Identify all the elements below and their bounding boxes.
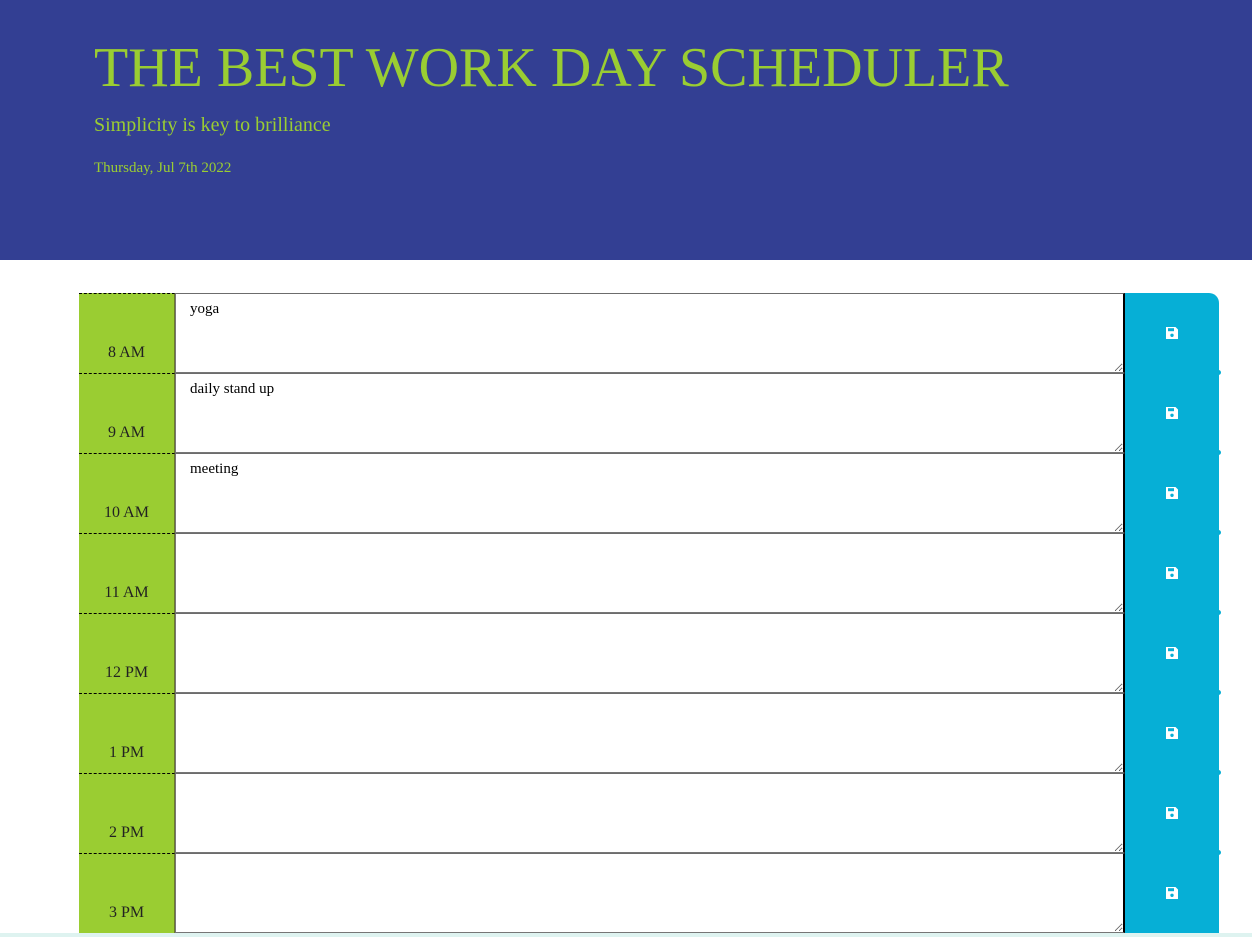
description-input[interactable] — [175, 853, 1125, 933]
description-input[interactable]: yoga — [175, 293, 1125, 373]
hour-text: 1 PM — [108, 744, 145, 761]
hour-label: 8 AM — [79, 293, 175, 373]
save-icon — [1165, 886, 1179, 900]
save-icon — [1165, 566, 1179, 580]
hour-label: 12 PM — [79, 613, 175, 693]
description-input[interactable]: daily stand up — [175, 373, 1125, 453]
time-block: 2 PM — [79, 770, 1221, 853]
hour-text: 10 AM — [104, 504, 149, 521]
hour-label: 2 PM — [79, 773, 175, 853]
hour-label: 1 PM — [79, 693, 175, 773]
save-button[interactable] — [1125, 770, 1221, 853]
save-icon — [1165, 406, 1179, 420]
save-icon — [1165, 726, 1179, 740]
time-block: 9 AM daily stand up — [79, 370, 1221, 453]
tagline: Simplicity is key to brilliance — [94, 114, 331, 136]
hour-label: 9 AM — [79, 373, 175, 453]
hour-label: 11 AM — [79, 533, 175, 613]
hour-text: 3 PM — [108, 904, 145, 921]
description-input[interactable] — [175, 533, 1125, 613]
description-input[interactable] — [175, 693, 1125, 773]
current-day: Thursday, Jul 7th 2022 — [94, 160, 232, 176]
save-button[interactable] — [1125, 610, 1221, 693]
time-block: 11 AM — [79, 530, 1221, 613]
save-icon — [1165, 486, 1179, 500]
header-banner: THE BEST WORK DAY SCHEDULER Simplicity i… — [0, 0, 1252, 260]
save-button[interactable] — [1125, 370, 1221, 453]
hour-label: 3 PM — [79, 853, 175, 933]
time-block: 10 AM meeting — [79, 450, 1221, 533]
hour-text: 11 AM — [104, 584, 149, 601]
hour-text: 2 PM — [108, 824, 145, 841]
time-block: 8 AM yoga — [79, 293, 1219, 373]
hour-label: 10 AM — [79, 453, 175, 533]
description-input[interactable]: meeting — [175, 453, 1125, 533]
page-title: THE BEST WORK DAY SCHEDULER — [94, 37, 1009, 99]
description-input[interactable] — [175, 613, 1125, 693]
hour-text: 9 AM — [108, 424, 145, 441]
save-icon — [1165, 646, 1179, 660]
save-button[interactable] — [1125, 450, 1221, 533]
save-button[interactable] — [1125, 690, 1221, 773]
save-button[interactable] — [1125, 850, 1221, 933]
save-button[interactable] — [1125, 293, 1219, 373]
schedule-container: 8 AM yoga 9 AM daily stand up 10 AM meet… — [79, 293, 1221, 933]
hour-text: 8 AM — [108, 344, 145, 361]
save-icon — [1165, 806, 1179, 820]
save-button[interactable] — [1125, 530, 1221, 613]
time-block: 12 PM — [79, 610, 1221, 693]
time-block: 3 PM — [79, 850, 1221, 933]
viewport-bottom-edge — [0, 933, 1252, 937]
time-block: 1 PM — [79, 690, 1221, 773]
hour-text: 12 PM — [104, 664, 149, 681]
save-icon — [1165, 326, 1179, 340]
description-input[interactable] — [175, 773, 1125, 853]
